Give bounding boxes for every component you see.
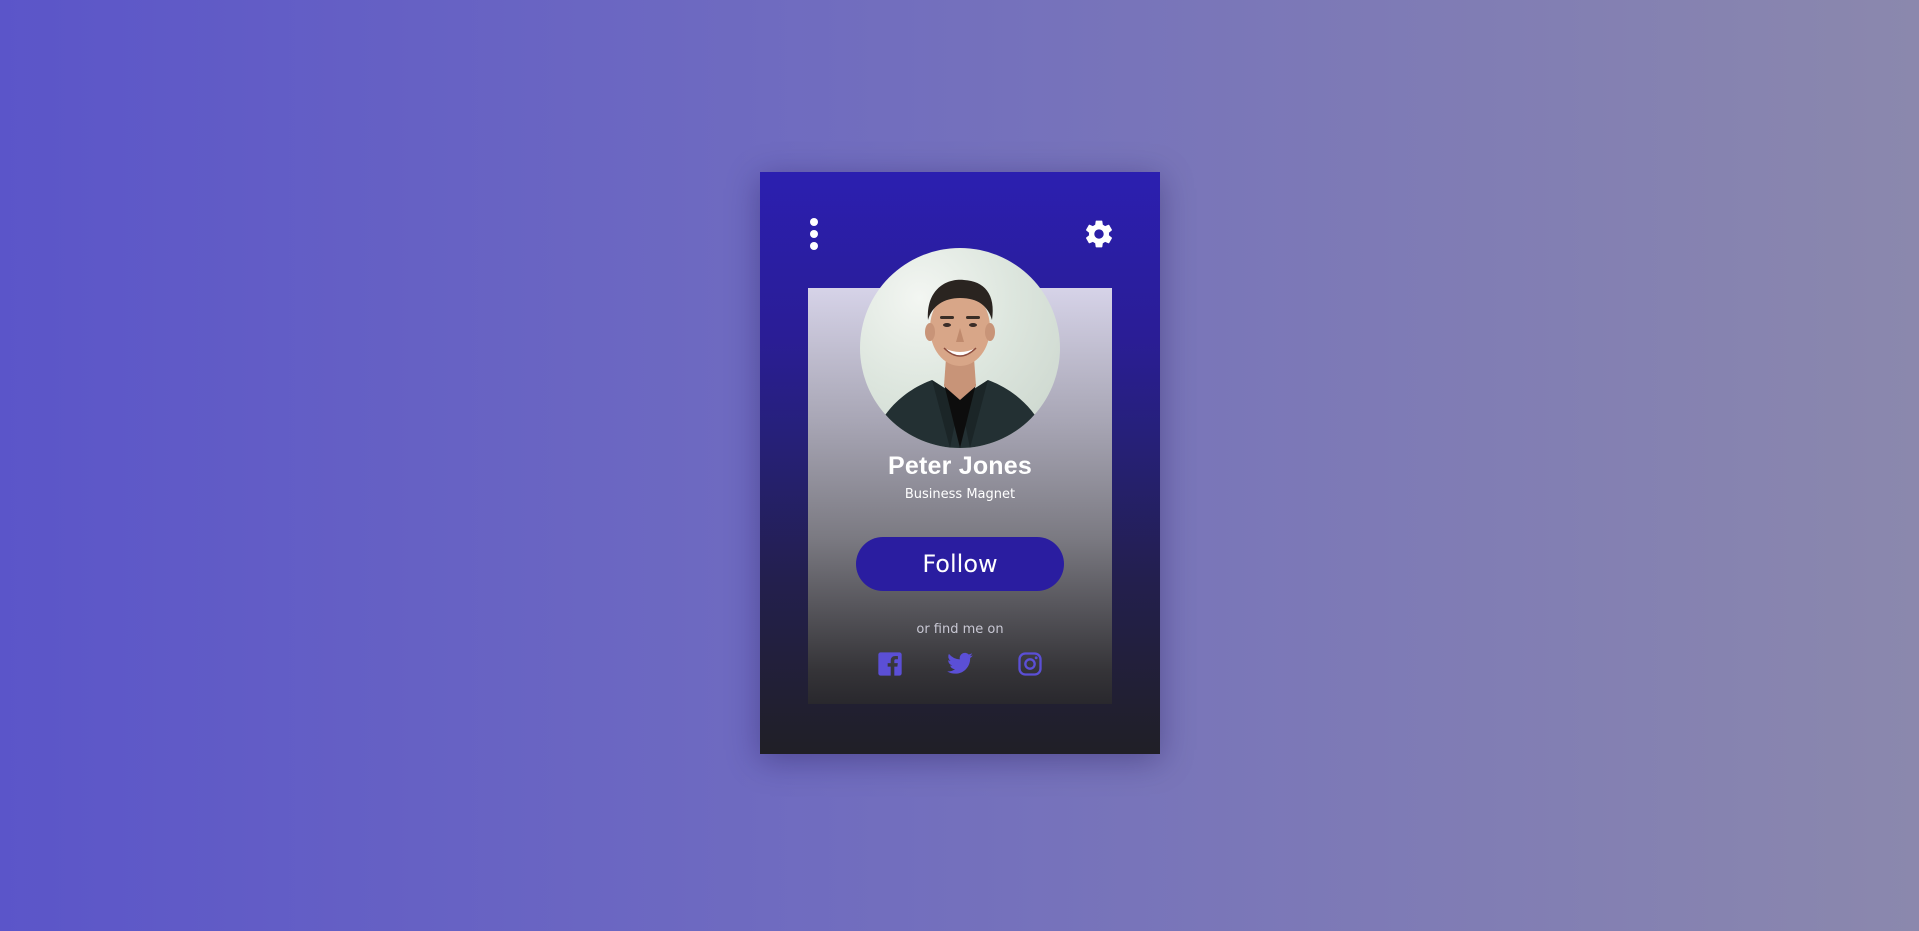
more-vertical-icon-dot (810, 218, 818, 226)
social-links (760, 650, 1160, 678)
settings-button[interactable] (1083, 218, 1115, 250)
facebook-icon (878, 652, 902, 676)
avatar (860, 248, 1060, 448)
instagram-icon (1018, 652, 1042, 676)
twitter-link[interactable] (946, 650, 974, 678)
follow-button[interactable]: Follow (856, 537, 1064, 591)
menu-button[interactable] (804, 218, 824, 250)
gear-icon (1086, 220, 1112, 248)
profile-name: Peter Jones (888, 452, 1032, 480)
find-me-text: or find me on (916, 622, 1004, 637)
facebook-link[interactable] (876, 650, 904, 678)
more-vertical-icon-dot (810, 242, 818, 250)
avatar-portrait (870, 279, 1050, 448)
profile-title: Business Magnet (904, 487, 1016, 502)
profile-card: Peter Jones Business Magnet Follow or fi… (760, 172, 1160, 754)
more-vertical-icon-dot (810, 230, 818, 238)
twitter-icon (947, 652, 973, 674)
instagram-link[interactable] (1016, 650, 1044, 678)
